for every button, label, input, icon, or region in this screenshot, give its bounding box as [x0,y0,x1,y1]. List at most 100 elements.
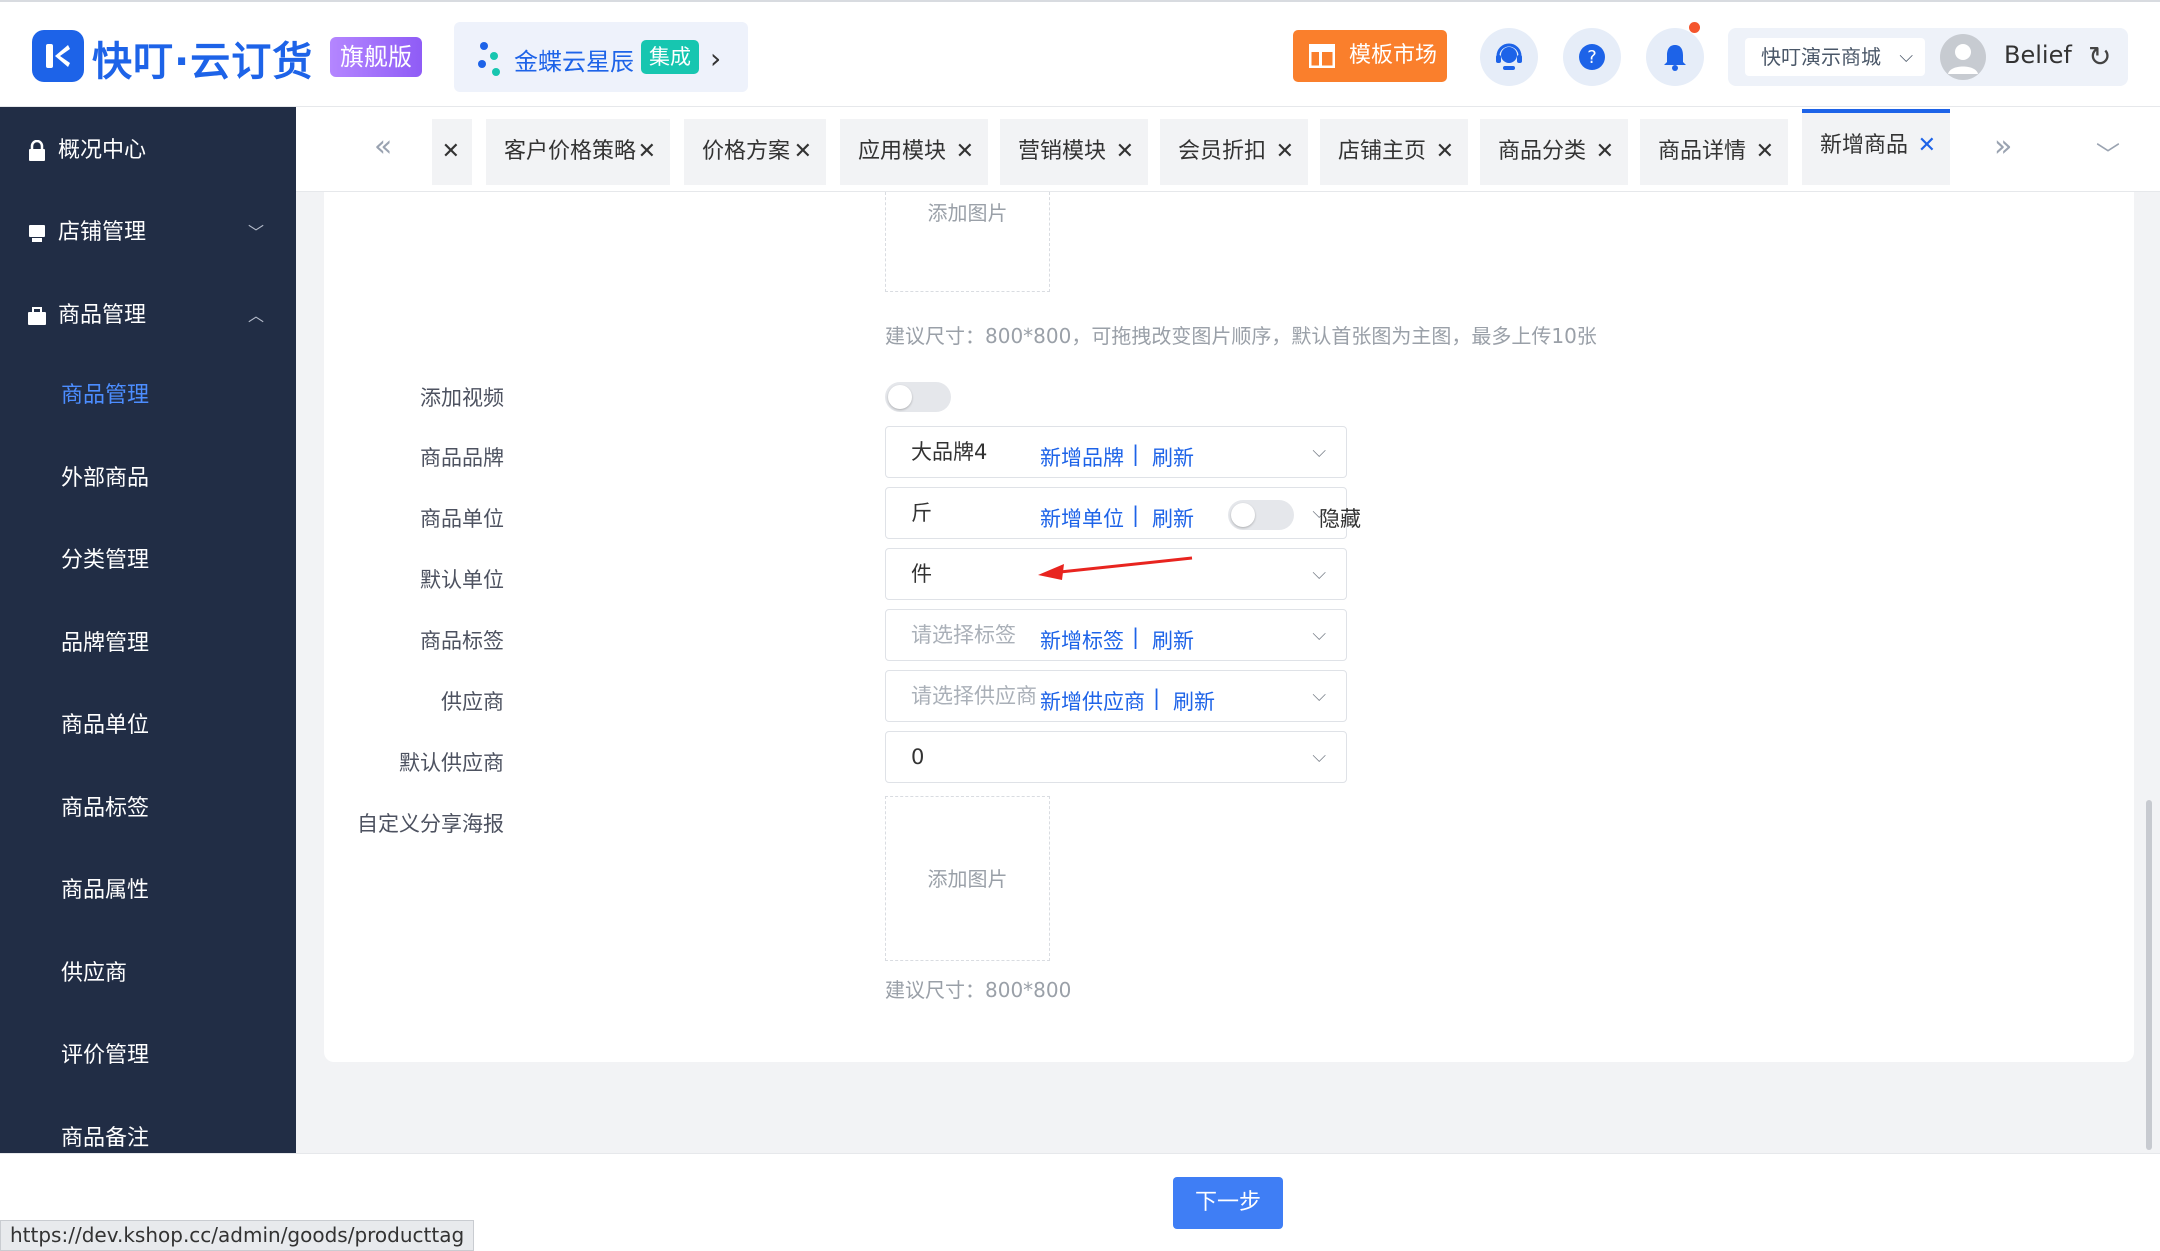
integration-banner[interactable]: 金蝶云星辰 集成 › [454,22,748,92]
add-video-label: 添加视频 [420,386,504,410]
chevron-down-icon: ⌵ [1312,563,1326,584]
sidebar-item-unit[interactable]: 商品单位 [0,696,296,756]
close-icon[interactable]: ✕ [1756,119,1774,185]
add-tag-link[interactable]: 新增标签 [1040,625,1124,655]
tab-label: 商品详情 [1658,139,1747,164]
notification-button[interactable] [1646,22,1704,86]
refresh-icon[interactable]: ↻ [2088,40,2111,73]
refresh-tag-link[interactable]: 刷新 [1152,625,1194,655]
tab-goods-detail[interactable]: 商品详情 ✕ [1640,119,1788,185]
tab-price-plan[interactable]: 价格方案 ✕ [684,119,826,185]
link-separator: | [1132,442,1140,466]
close-icon[interactable]: ✕ [1918,113,1936,179]
edition-badge: 旗舰版 [330,37,422,77]
sidebar-item-attribute[interactable]: 商品属性 [0,861,296,921]
customer-service-button[interactable] [1480,28,1538,86]
sidebar-item-label: 商品单位 [61,713,150,738]
avatar[interactable] [1940,34,1986,80]
annotation-arrow [1038,556,1193,580]
poster-size-hint: 建议尺寸：800*800 [885,978,1072,1002]
refresh-brand-link[interactable]: 刷新 [1152,442,1194,472]
image-size-hint: 建议尺寸：800*800，可拖拽改变图片顺序，默认首张图为主图，最多上传10张 [885,324,1597,348]
brand-value: 大品牌4 [911,440,988,464]
close-icon[interactable]: ✕ [1596,119,1614,185]
tabs-scroll-right-icon[interactable]: » [1994,129,2012,164]
top-header: 快叮·云订货 旗舰版 金蝶云星辰 集成 › 模板市场 ? 快叮演示商城 ⌵ Be… [0,0,2160,107]
tab-member-discount[interactable]: 会员折扣 ✕ [1160,119,1308,185]
sidebar-item-label: 外部商品 [61,466,150,491]
close-icon[interactable]: ✕ [638,119,656,185]
close-icon[interactable]: ✕ [442,119,460,185]
sidebar-item-brand[interactable]: 品牌管理 [0,614,296,674]
sidebar-item-label: 供应商 [61,961,128,986]
sidebar-group-overview[interactable]: 概况中心 [0,121,296,181]
tabs-menu-chevron-down-icon[interactable]: ﹀ [2096,135,2120,170]
refresh-unit-link[interactable]: 刷新 [1152,503,1194,533]
tab-label: 会员折扣 [1178,139,1267,164]
tab-customer-price-strategy[interactable]: 客户价格策略 ✕ [486,119,670,185]
add-brand-link[interactable]: 新增品牌 [1040,442,1124,472]
tabs-scroll-left-icon[interactable]: « [374,129,392,164]
app-logo-text: 快叮·云订货 [92,39,314,85]
tab-label: 营销模块 [1018,139,1107,164]
image-upload-box[interactable]: 添加图片 [885,192,1050,292]
upload-label: 添加图片 [927,867,1008,891]
logo-icon [32,30,84,82]
refresh-supplier-link[interactable]: 刷新 [1173,686,1215,716]
sidebar-group-label: 店铺管理 [58,220,147,245]
poster-label: 自定义分享海报 [357,812,504,836]
link-separator: | [1153,686,1161,710]
help-button[interactable]: ? [1563,28,1621,86]
integration-badge: 集成 [641,40,699,74]
default-supplier-label: 默认供应商 [399,751,504,775]
page-scrollbar[interactable] [2146,800,2152,1150]
tab-marketing-module[interactable]: 营销模块 ✕ [1000,119,1148,185]
add-unit-link[interactable]: 新增单位 [1040,503,1124,533]
close-icon[interactable]: ✕ [1276,119,1294,185]
sidebar-item-review[interactable]: 评价管理 [0,1026,296,1086]
default-supplier-select[interactable]: 0 ⌵ [885,731,1347,783]
next-step-button[interactable]: 下一步 [1173,1177,1283,1229]
sidebar-item-label: 商品备注 [61,1126,150,1151]
hide-unit-toggle[interactable] [1228,500,1294,530]
sidebar-group-label: 商品管理 [58,303,147,328]
tab-goods-category[interactable]: 商品分类 ✕ [1480,119,1628,185]
sidebar-item-goods-management[interactable]: 商品管理 [0,366,296,426]
chevron-down-icon: ⌵ [1312,685,1326,706]
add-video-toggle[interactable] [885,382,951,412]
tab-label: 店铺主页 [1338,139,1427,164]
sidebar-item-external-goods[interactable]: 外部商品 [0,449,296,509]
tab-add-goods[interactable]: 新增商品 ✕ [1802,109,1950,185]
kingdee-icon [478,42,500,76]
tab-store-home[interactable]: 店铺主页 ✕ [1320,119,1468,185]
tag-label: 商品标签 [420,629,504,653]
add-supplier-link[interactable]: 新增供应商 [1040,686,1145,716]
close-icon[interactable]: ✕ [794,119,812,185]
sidebar-item-label: 评价管理 [61,1043,150,1068]
user-name: Belief [2004,41,2072,69]
unit-label: 商品单位 [420,507,504,531]
template-market-button[interactable]: 模板市场 [1293,30,1447,82]
link-separator: | [1132,503,1140,527]
sidebar-group-store[interactable]: 店铺管理 ﹀ [0,203,296,263]
user-avatar-icon [1948,44,1978,74]
sidebar-item-supplier[interactable]: 供应商 [0,944,296,1004]
close-icon[interactable]: ✕ [956,119,974,185]
tab-label: 客户价格策略 [504,139,637,164]
tab-app-module[interactable]: 应用模块 ✕ [840,119,988,185]
tab-partial[interactable]: ✕ [432,119,472,185]
sidebar-item-label: 商品属性 [61,878,150,903]
customer-service-icon [1496,43,1522,70]
chevron-down-icon: ⌵ [1312,624,1326,645]
close-icon[interactable]: ✕ [1436,119,1454,185]
bell-icon [1664,45,1686,71]
notification-dot [1689,22,1700,33]
chevron-down-icon: ⌵ [1899,46,1913,67]
poster-upload-box[interactable]: 添加图片 [885,796,1050,961]
sidebar-item-tag[interactable]: 商品标签 [0,779,296,839]
store-selector[interactable]: 快叮演示商城 ⌵ [1745,38,1925,76]
sidebar-group-goods[interactable]: 商品管理 ︿ [0,286,296,346]
sidebar-item-category[interactable]: 分类管理 [0,531,296,591]
help-icon: ? [1579,44,1605,70]
close-icon[interactable]: ✕ [1116,119,1134,185]
